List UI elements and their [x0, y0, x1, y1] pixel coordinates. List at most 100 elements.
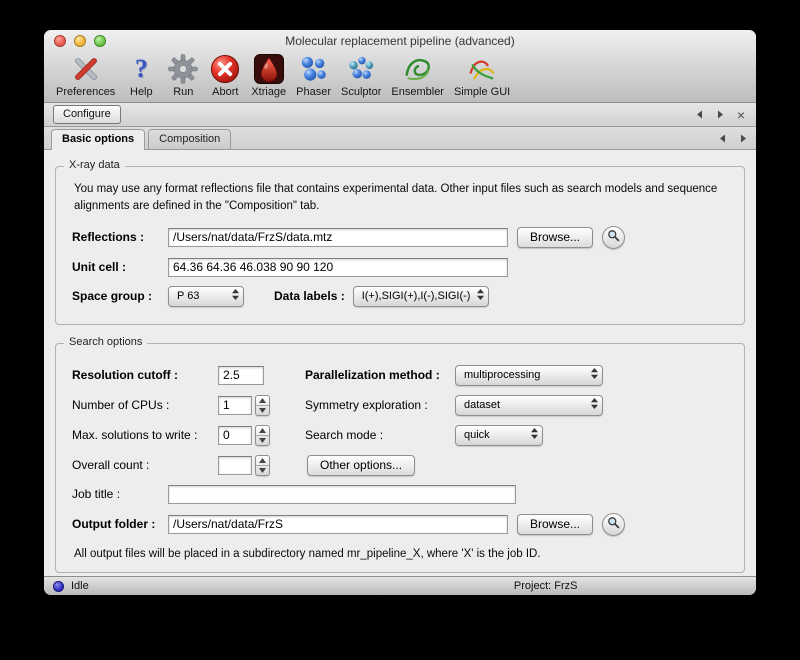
toolbar-button-abort[interactable]: Abort [209, 53, 241, 98]
overall-count-stepper[interactable] [255, 455, 270, 476]
desktop-background: Molecular replacement pipeline (advanced… [0, 0, 800, 660]
project-label: Project: FrzS [514, 580, 578, 592]
resolution-row: Resolution cutoff : Parallelization meth… [72, 365, 728, 386]
toolbar-button-sculptor[interactable]: Sculptor [341, 53, 381, 98]
space-group-select[interactable]: P 63 [168, 286, 244, 307]
reflections-input[interactable] [168, 228, 508, 247]
overall-count-input[interactable] [218, 456, 252, 475]
dropdown-arrows-icon [590, 367, 599, 383]
toolbar-button-help[interactable]: ? Help [125, 53, 157, 98]
symmetry-exploration-value: dataset [464, 399, 500, 411]
reflections-view-button[interactable] [602, 226, 625, 249]
unit-cell-input[interactable] [168, 258, 508, 277]
stepper-up-icon [256, 396, 269, 406]
output-folder-row: Output folder : Browse... [72, 513, 728, 536]
unit-cell-label: Unit cell : [72, 260, 168, 274]
parallelization-method-value: multiprocessing [464, 369, 540, 381]
tab-scroll-left-button[interactable] [693, 109, 705, 121]
toolbar-label: Ensembler [391, 86, 444, 98]
subtab-composition[interactable]: Composition [148, 129, 231, 149]
help-icon: ? [125, 53, 157, 85]
abort-icon [209, 53, 241, 85]
window-chrome: Molecular replacement pipeline (advanced… [44, 30, 756, 103]
reflections-label: Reflections : [72, 230, 168, 244]
parallelization-method-label: Parallelization method : [305, 368, 455, 382]
toolbar-label: Abort [212, 86, 238, 98]
symmetry-exploration-label: Symmetry exploration : [305, 398, 455, 412]
cpus-row: Number of CPUs : Symmetry exploration : … [72, 395, 728, 416]
dropdown-arrows-icon [530, 427, 539, 443]
close-window-button[interactable] [54, 35, 66, 47]
number-of-cpus-input[interactable] [218, 396, 252, 415]
run-gear-icon [167, 53, 199, 85]
preferences-icon [70, 53, 102, 85]
other-options-button[interactable]: Other options... [307, 455, 415, 476]
subtab-composition-label: Composition [159, 133, 220, 145]
reflections-row: Reflections : Browse... [72, 226, 728, 249]
output-folder-label: Output folder : [72, 517, 168, 531]
max-solutions-input[interactable] [218, 426, 252, 445]
app-window: Molecular replacement pipeline (advanced… [44, 30, 756, 595]
output-folder-view-button[interactable] [602, 513, 625, 536]
stepper-up-icon [256, 426, 269, 436]
toolbar-label: Xtriage [251, 86, 286, 98]
tab-close-button[interactable]: × [735, 109, 747, 121]
toolbar-button-preferences[interactable]: Preferences [56, 53, 115, 98]
xray-group-title: X-ray data [64, 159, 125, 171]
toolbar-label: Preferences [56, 86, 115, 98]
search-options-group: Search options Resolution cutoff : Paral… [55, 343, 745, 573]
xray-data-group: X-ray data You may use any format reflec… [55, 166, 745, 325]
status-bar: Idle Project: FrzS [44, 576, 756, 595]
cpus-stepper[interactable] [255, 395, 270, 416]
max-solutions-stepper[interactable] [255, 425, 270, 446]
search-mode-select[interactable]: quick [455, 425, 543, 446]
zoom-window-button[interactable] [94, 35, 106, 47]
subtab-scroll-right-button[interactable] [737, 132, 749, 144]
overall-count-row: Overall count : Other options... [72, 455, 728, 476]
parallelization-method-select[interactable]: multiprocessing [455, 365, 603, 386]
job-title-input[interactable] [168, 485, 516, 504]
toolbar-button-phaser[interactable]: Phaser [296, 53, 331, 98]
window-title: Molecular replacement pipeline (advanced… [285, 34, 514, 48]
unit-cell-row: Unit cell : [72, 258, 728, 277]
stepper-down-icon [256, 436, 269, 445]
search-mode-label: Search mode : [305, 428, 455, 442]
output-folder-input[interactable] [168, 515, 508, 534]
subtab-scroll-left-button[interactable] [716, 132, 728, 144]
toolbar-label: Sculptor [341, 86, 381, 98]
magnifier-icon [607, 516, 620, 532]
max-solutions-label: Max. solutions to write : [72, 428, 218, 442]
max-solutions-row: Max. solutions to write : Search mode : … [72, 425, 728, 446]
titlebar[interactable]: Molecular replacement pipeline (advanced… [44, 30, 756, 51]
data-labels-value: I(+),SIGI(+),I(-),SIGI(-) [362, 290, 471, 302]
toolbar-label: Help [130, 86, 153, 98]
subtab-controls [716, 132, 749, 144]
subtab-basic-label: Basic options [62, 133, 134, 145]
toolbar-label: Run [173, 86, 193, 98]
subtab-basic-options[interactable]: Basic options [51, 129, 145, 150]
data-labels-select[interactable]: I(+),SIGI(+),I(-),SIGI(-) [353, 286, 490, 307]
subtab-bar: Basic options Composition [44, 127, 756, 150]
space-group-label: Space group : [72, 289, 168, 303]
overall-count-label: Overall count : [72, 458, 218, 472]
tab-scroll-right-button[interactable] [714, 109, 726, 121]
minimize-window-button[interactable] [74, 35, 86, 47]
toolbar-button-ensembler[interactable]: Ensembler [391, 53, 444, 98]
tab-configure[interactable]: Configure [53, 105, 121, 124]
xtriage-icon [253, 53, 285, 85]
resolution-cutoff-label: Resolution cutoff : [72, 368, 218, 382]
tabbar-controls: × [693, 109, 747, 121]
resolution-cutoff-input[interactable] [218, 366, 264, 385]
reflections-browse-button[interactable]: Browse... [517, 227, 593, 248]
toolbar-button-run[interactable]: Run [167, 53, 199, 98]
status-indicator-icon [53, 581, 64, 592]
symmetry-exploration-select[interactable]: dataset [455, 395, 603, 416]
toolbar: Preferences ? Help [44, 51, 756, 102]
ensembler-icon [402, 53, 434, 85]
toolbar-button-simple-gui[interactable]: Simple GUI [454, 53, 510, 98]
job-title-label: Job title : [72, 487, 168, 501]
stepper-up-icon [256, 456, 269, 466]
space-group-row: Space group : P 63 Data labels : I(+),SI… [72, 286, 728, 307]
toolbar-button-xtriage[interactable]: Xtriage [251, 53, 286, 98]
output-folder-browse-button[interactable]: Browse... [517, 514, 593, 535]
